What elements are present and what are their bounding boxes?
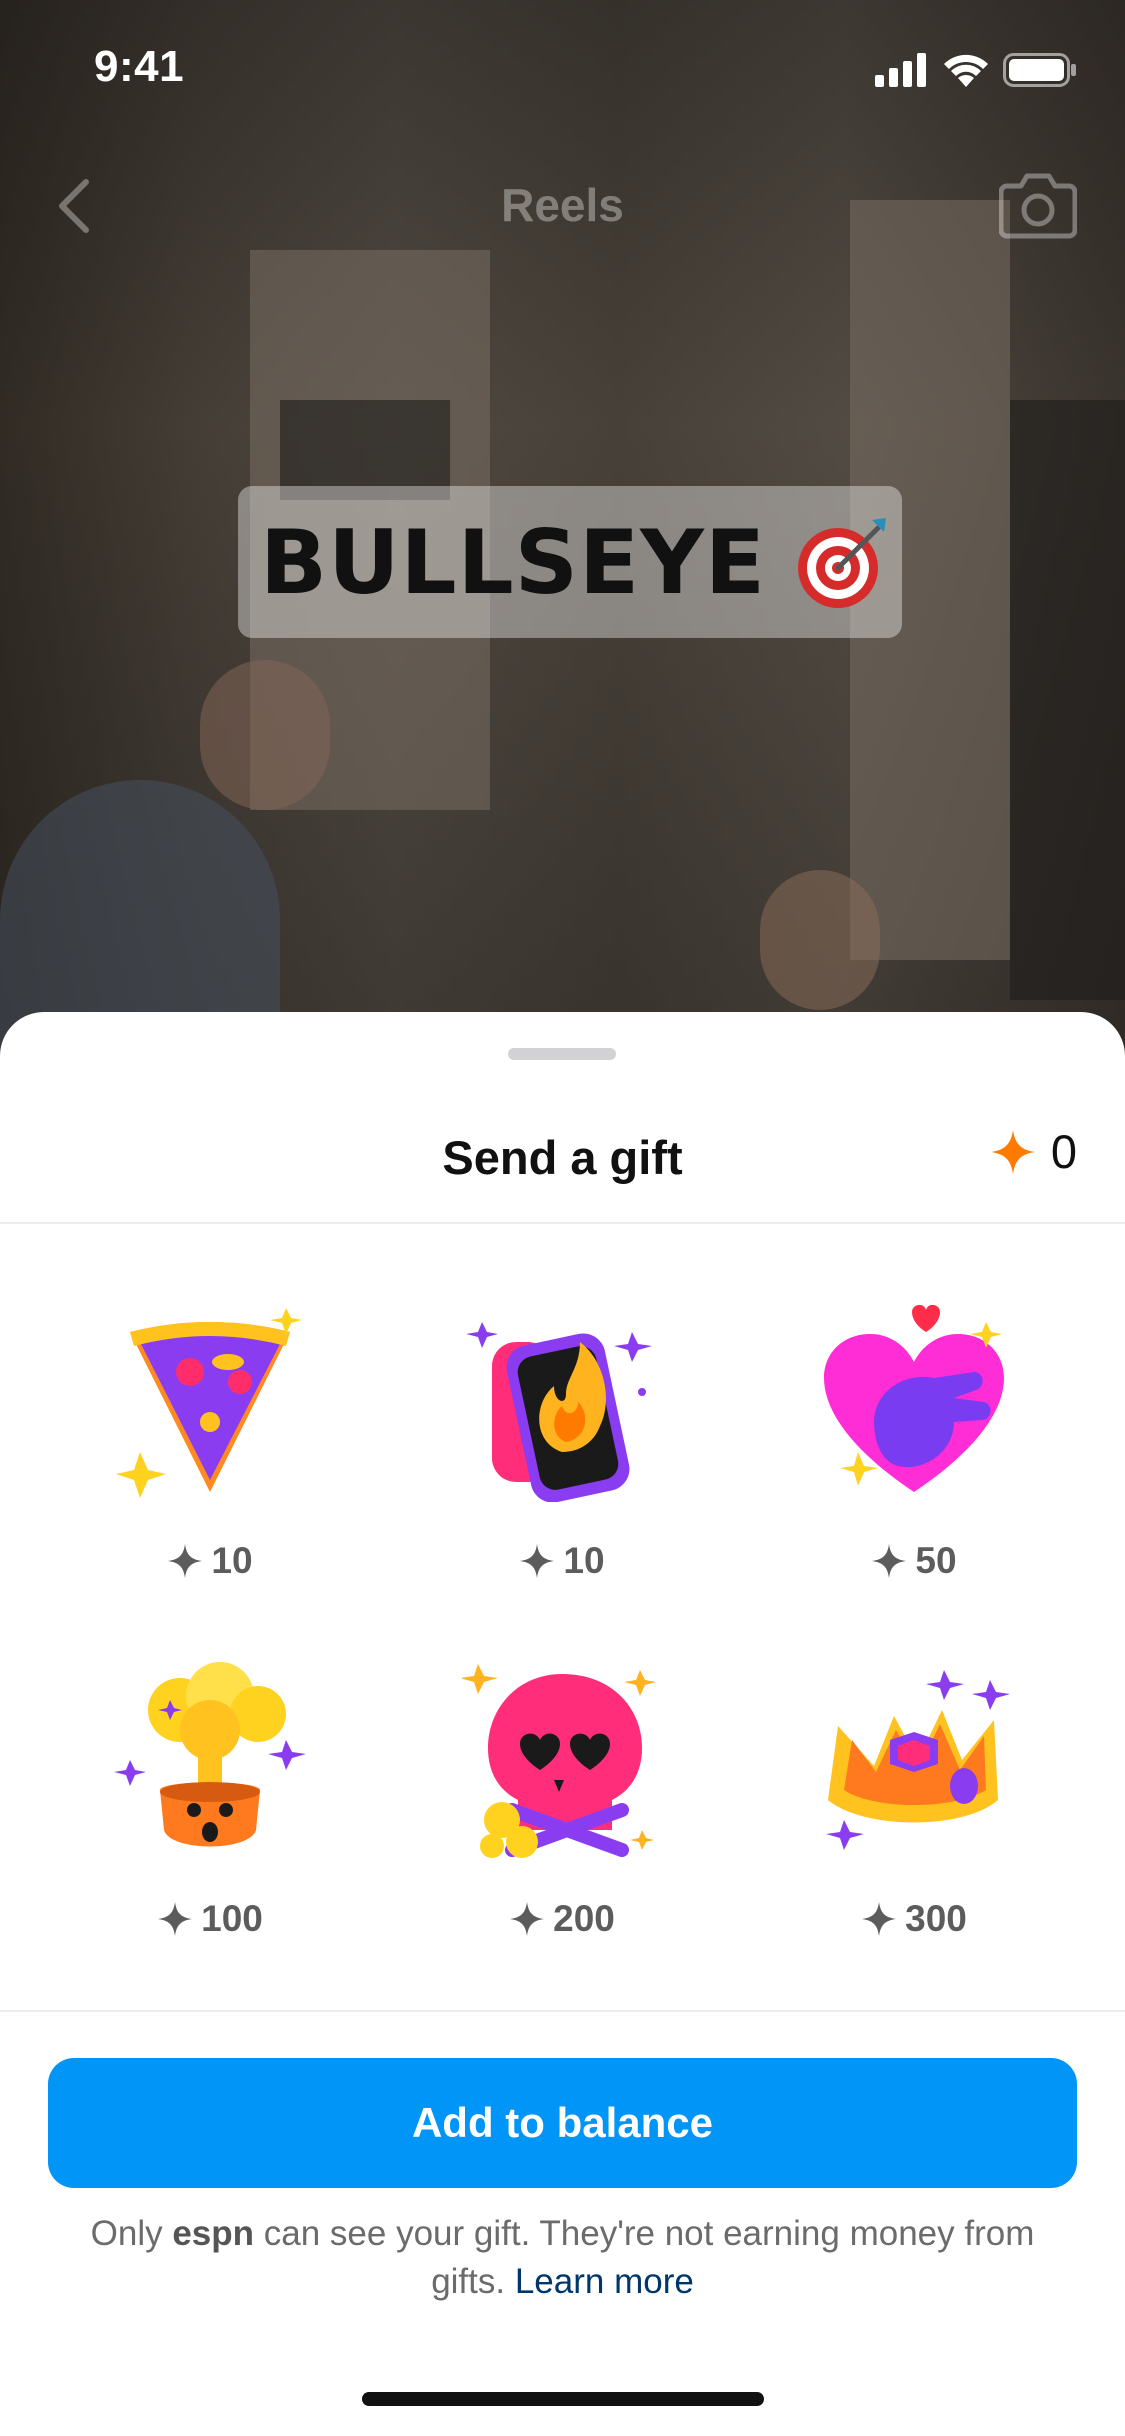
star-icon	[510, 1902, 545, 1936]
footer-divider	[0, 2010, 1125, 2012]
learn-more-link[interactable]: Learn more	[515, 2262, 694, 2301]
pizza-sticker-icon	[116, 1308, 302, 1498]
home-indicator[interactable]	[362, 2392, 764, 2406]
star-icon	[990, 1129, 1035, 1174]
gift-privacy-note: Only espn can see your gift. They're not…	[60, 2210, 1065, 2306]
gift-price: 50	[754, 1540, 1074, 1582]
sheet-grabber[interactable]	[508, 1048, 616, 1060]
gift-price: 10	[50, 1540, 370, 1582]
footnote-prefix: Only	[90, 2214, 173, 2253]
cellular-signal-icon	[875, 53, 926, 87]
star-icon	[520, 1544, 555, 1578]
gift-item-phone-fire[interactable]: 10	[402, 1302, 722, 1622]
star-icon	[872, 1544, 907, 1578]
status-bar: 9:41	[0, 0, 1125, 140]
gift-price-value: 300	[905, 1898, 967, 1939]
status-icons	[875, 50, 1077, 90]
camera-icon[interactable]	[999, 166, 1077, 242]
add-to-balance-button[interactable]: Add to balance	[48, 2058, 1077, 2188]
gift-price-value: 100	[201, 1898, 263, 1939]
gift-item-skull[interactable]: 200	[402, 1660, 722, 1980]
reel-text-sticker: BULLSEYE	[238, 486, 902, 638]
status-time: 9:41	[94, 42, 185, 91]
nav-title: Reels	[501, 179, 624, 231]
top-nav: Reels	[0, 160, 1125, 250]
gift-item-mind-blown[interactable]: 100	[50, 1660, 370, 1980]
gift-price-value: 200	[553, 1898, 615, 1939]
star-icon	[168, 1544, 203, 1578]
gift-item-crown[interactable]: 300	[754, 1660, 1074, 1980]
header-divider	[0, 1222, 1125, 1224]
send-gift-sheet: Send a gift 0 10 10 50 100 200 300 Add t…	[0, 1012, 1125, 2436]
finger-heart-sticker-icon	[824, 1304, 1004, 1492]
heart-eyes-skull-sticker-icon	[462, 1664, 656, 1858]
star-icon	[158, 1902, 193, 1936]
crown-sticker-icon	[826, 1670, 1010, 1850]
gift-price-value: 50	[915, 1540, 957, 1581]
mind-blown-sticker-icon	[114, 1662, 306, 1847]
phone-fire-sticker-icon	[466, 1322, 652, 1502]
gift-price-value: 10	[211, 1540, 253, 1581]
bullseye-target-icon	[798, 518, 887, 608]
sticker-text: BULLSEYE	[260, 510, 767, 614]
balance-value: 0	[1050, 1125, 1077, 1178]
gift-price: 200	[402, 1898, 722, 1940]
gift-item-pizza[interactable]: 10	[50, 1302, 370, 1622]
gift-price-value: 10	[563, 1540, 605, 1581]
gift-price: 100	[50, 1898, 370, 1940]
sheet-title: Send a gift	[442, 1131, 683, 1184]
wifi-icon	[944, 54, 988, 87]
battery-icon	[1003, 53, 1076, 87]
footnote-account: espn	[172, 2214, 255, 2253]
gift-item-finger-heart[interactable]: 50	[754, 1302, 1074, 1622]
gift-price: 300	[754, 1898, 1074, 1940]
star-balance: 0	[989, 1124, 1077, 1179]
star-icon	[862, 1902, 897, 1936]
gift-price: 10	[402, 1540, 722, 1582]
